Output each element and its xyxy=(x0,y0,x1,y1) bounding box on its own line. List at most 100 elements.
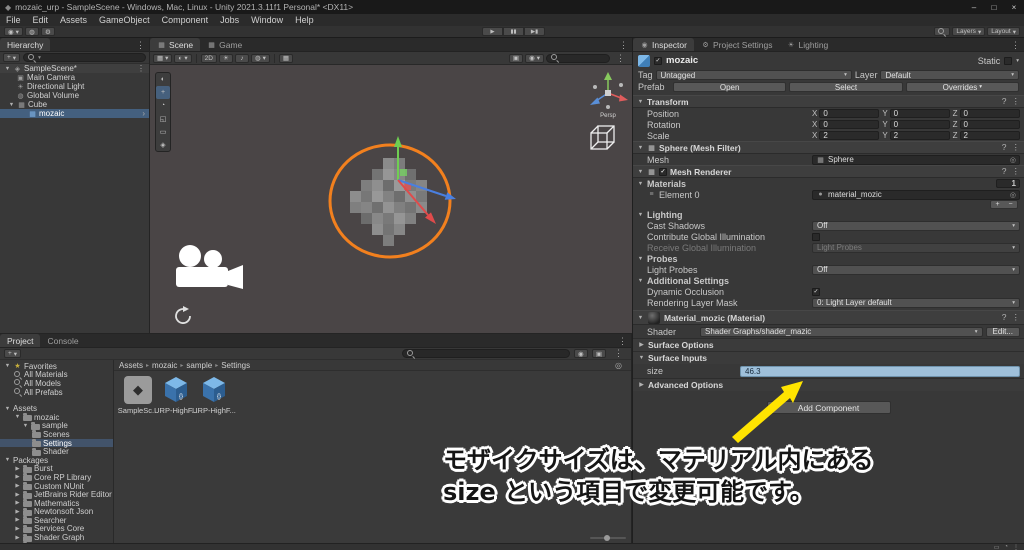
component-menu-icon[interactable]: ⋮ xyxy=(1012,96,1021,107)
asset-urp-high-fidelity-1[interactable]: {} URP-HighF... xyxy=(154,376,198,415)
probes-foldout-row[interactable]: ▼ Probes xyxy=(633,253,1024,264)
scene-fx-dropdown[interactable]: ◍ ▾ xyxy=(250,53,270,63)
menu-jobs[interactable]: Jobs xyxy=(214,14,245,26)
step-button[interactable]: ▶▮ xyxy=(524,27,545,36)
menu-component[interactable]: Component xyxy=(156,14,215,26)
project-search-input[interactable] xyxy=(401,349,570,358)
scene-row-menu-icon[interactable]: ⋮ xyxy=(133,64,149,73)
menu-window[interactable]: Window xyxy=(245,14,289,26)
foldout-closed-icon[interactable]: ▶ xyxy=(14,535,21,541)
tree-assets-root[interactable]: ▼ Assets xyxy=(0,404,113,413)
breadcrumb-assets[interactable]: Assets xyxy=(119,361,143,370)
menu-assets[interactable]: Assets xyxy=(54,14,93,26)
advanced-options-header[interactable]: ▶ Advanced Options xyxy=(633,378,1024,391)
maximize-button[interactable]: □ xyxy=(984,0,1004,14)
foldout-open-icon[interactable]: ▼ xyxy=(4,363,11,369)
foldout-open-icon[interactable]: ▼ xyxy=(637,212,644,218)
status-activity-icon[interactable]: ◔ xyxy=(1004,544,1008,550)
2d-toggle[interactable]: 2D xyxy=(200,53,217,63)
breadcrumb-lock-icon[interactable]: ◎ xyxy=(611,361,626,370)
additional-settings-foldout-row[interactable]: ▼ Additional Settings xyxy=(633,275,1024,286)
hierarchy-item-directional-light[interactable]: ☀ Directional Light xyxy=(0,82,149,91)
shader-edit-button[interactable]: Edit... xyxy=(985,326,1020,337)
tree-favorites[interactable]: ▼ ★ Favorites xyxy=(0,362,113,371)
menu-edit[interactable]: Edit xyxy=(27,14,55,26)
rendering-layer-mask-dropdown[interactable]: 0: Light Layer default ▾ xyxy=(812,297,1020,308)
light-probes-dropdown[interactable]: Off ▾ xyxy=(812,264,1020,275)
tree-package-rider[interactable]: ▶ JetBrains Rider Editor xyxy=(0,490,113,499)
services-button[interactable]: ⚙ xyxy=(40,27,55,36)
shading-dropdown[interactable]: ◐ ▾ xyxy=(174,53,192,63)
draw-mode-dropdown[interactable]: ▦ ▾ xyxy=(153,53,173,63)
rotate-tool-button[interactable]: ◔ xyxy=(156,99,170,112)
foldout-open-icon[interactable]: ▼ xyxy=(637,278,644,284)
layer-dropdown[interactable]: Default ▾ xyxy=(880,70,1019,80)
tree-package-core-rp[interactable]: ▶ Core RP Library xyxy=(0,473,113,482)
help-icon[interactable]: ? xyxy=(1002,312,1007,323)
tree-package-shader-graph[interactable]: ▶ Shader Graph xyxy=(0,533,113,542)
foldout-open-icon[interactable]: ▼ xyxy=(22,423,29,429)
cast-shadows-dropdown[interactable]: Off ▾ xyxy=(812,220,1020,231)
tag-dropdown[interactable]: Untagged ▾ xyxy=(655,70,852,80)
transform-tool-button[interactable]: ◈ xyxy=(156,138,170,151)
position-y-field[interactable]: 0 xyxy=(889,109,950,118)
object-picker-icon[interactable]: ◎ xyxy=(1010,191,1016,199)
foldout-open-icon[interactable]: ▼ xyxy=(637,99,644,105)
tab-hierarchy[interactable]: Hierarchy xyxy=(0,38,51,51)
pause-button[interactable]: ▮▮ xyxy=(503,27,524,36)
mosaic-sphere[interactable] xyxy=(350,158,427,246)
zoom-knob[interactable] xyxy=(604,535,610,541)
foldout-open-icon[interactable]: ▼ xyxy=(638,355,645,361)
foldout-closed-icon[interactable]: ▶ xyxy=(14,474,21,480)
foldout-open-icon[interactable]: ▼ xyxy=(637,256,644,262)
hierarchy-menu-icon[interactable]: ⋮ xyxy=(132,40,149,51)
static-checkbox[interactable] xyxy=(1004,56,1013,65)
help-icon[interactable]: ? xyxy=(1002,166,1007,177)
hierarchy-item-cube[interactable]: ▼ ▦ Cube xyxy=(0,100,149,109)
mesh-filter-header[interactable]: ▼ ▦ Sphere (Mesh Filter) ? ⋮ xyxy=(633,141,1024,154)
mesh-renderer-header[interactable]: ▼ ▦ ✓ Mesh Renderer ? ⋮ xyxy=(633,165,1024,178)
scale-y-field[interactable]: 2 xyxy=(889,131,950,140)
foldout-closed-icon[interactable]: ▶ xyxy=(14,517,21,523)
prefab-open-arrow-icon[interactable]: › xyxy=(138,109,149,118)
breadcrumb-sample[interactable]: sample xyxy=(186,361,212,370)
foldout-open-icon[interactable]: ▼ xyxy=(4,406,11,412)
tree-folder-shader[interactable]: Shader xyxy=(0,447,113,456)
create-object-button[interactable]: + ▾ xyxy=(3,53,21,62)
breadcrumb-settings[interactable]: Settings xyxy=(221,361,250,370)
remove-material-button[interactable]: − xyxy=(1004,201,1017,208)
drag-handle-icon[interactable]: ≡ xyxy=(647,191,656,198)
position-x-field[interactable]: 0 xyxy=(819,109,880,118)
scene-panel-menu-icon[interactable]: ⋮ xyxy=(615,40,632,51)
tree-package-mathematics[interactable]: ▶ Mathematics xyxy=(0,499,113,508)
asset-zoom-slider[interactable] xyxy=(590,535,626,541)
menu-help[interactable]: Help xyxy=(289,14,320,26)
tree-package-services-core[interactable]: ▶ Services Core xyxy=(0,524,113,533)
camera-gizmo[interactable] xyxy=(176,245,243,289)
menu-gameobject[interactable]: GameObject xyxy=(93,14,156,26)
zoom-track[interactable] xyxy=(590,535,626,541)
component-menu-icon[interactable]: ⋮ xyxy=(1012,166,1021,177)
tree-package-newtonsoft[interactable]: ▶ Newtonsoft Json xyxy=(0,507,113,516)
tab-inspector[interactable]: ◉ Inspector xyxy=(633,38,694,51)
gizmos-dropdown[interactable]: ◉ ▾ xyxy=(525,53,544,63)
project-toolbar-menu-icon[interactable]: ⋮ xyxy=(610,348,627,359)
view-tool-button[interactable]: ◐ xyxy=(156,73,170,86)
inspector-menu-icon[interactable]: ⋮ xyxy=(1007,40,1024,51)
tab-game[interactable]: ▦ Game xyxy=(200,38,249,51)
grid-visibility-dropdown[interactable]: ▦ xyxy=(278,53,294,63)
object-picker-icon[interactable]: ◎ xyxy=(1010,156,1016,164)
layers-dropdown[interactable]: Layers ▾ xyxy=(952,27,986,36)
foldout-open-icon[interactable]: ▼ xyxy=(4,457,11,463)
create-asset-button[interactable]: + ▾ xyxy=(4,349,22,358)
foldout-open-icon[interactable]: ▼ xyxy=(637,181,644,187)
tree-folder-settings[interactable]: Settings xyxy=(0,439,113,448)
foldout-closed-icon[interactable]: ▶ xyxy=(14,526,21,532)
mesh-object-field[interactable]: ▦ Sphere ◎ xyxy=(812,154,1020,165)
scene-search-input[interactable] xyxy=(546,53,610,63)
scene-toolbar-menu-icon[interactable]: ⋮ xyxy=(612,53,629,64)
help-icon[interactable]: ? xyxy=(1002,96,1007,107)
mesh-renderer-enabled-checkbox[interactable]: ✓ xyxy=(659,167,667,176)
layout-dropdown[interactable]: Layout ▾ xyxy=(987,27,1020,36)
scene-viewport[interactable]: ◐ + ◔ ◱ ▭ ◈ Persp xyxy=(150,65,632,333)
